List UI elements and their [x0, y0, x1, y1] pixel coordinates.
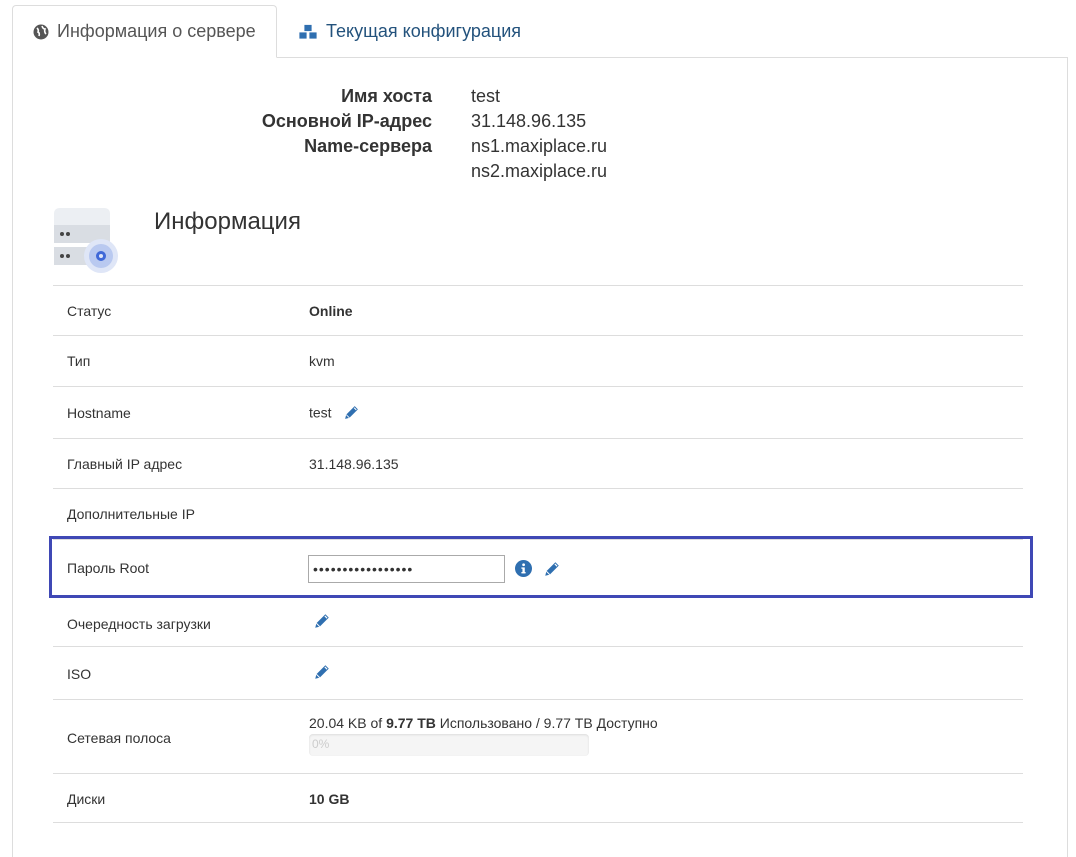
table-row-main-ip: Главный IP адрес 31.148.96.135 [53, 438, 1023, 488]
bandwidth-total: 9.77 TB [386, 715, 436, 731]
bandwidth-percent-label: 0% [312, 737, 330, 751]
table-row-extra-ip: Дополнительные IP [53, 488, 1023, 539]
disks-label: Диски [67, 791, 106, 807]
edit-password-pencil-icon[interactable] [543, 560, 561, 581]
tab-server-info[interactable]: Информация о сервере [12, 5, 277, 58]
status-label: Статус [67, 303, 112, 319]
edit-iso-pencil-icon[interactable] [313, 663, 331, 684]
summary-hostname-value: test [471, 86, 501, 106]
edit-boot-order-pencil-icon[interactable] [313, 612, 331, 633]
bandwidth-used: 20.04 KB [309, 715, 367, 731]
hostname-value-wrap: test [309, 404, 360, 424]
main-ip-label: Главный IP адрес [67, 456, 183, 472]
server-summary: Имя хоста test Основной IP-адрес 31.148.… [200, 84, 800, 184]
iso-label: ISO [67, 666, 92, 682]
summary-ip-label: Основной IP-адрес [261, 111, 432, 131]
table-row-type: Тип kvm [53, 335, 1023, 386]
hostname-label: Hostname [67, 405, 131, 421]
summary-ns2-value: ns2.maxiplace.ru [471, 161, 608, 181]
bandwidth-usage-text: 20.04 KB of 9.77 TB Использовано / 9.77 … [309, 715, 658, 731]
type-label: Тип [67, 353, 91, 369]
summary-ns1-value: ns1.maxiplace.ru [471, 136, 608, 156]
extra-ip-label: Дополнительные IP [67, 506, 195, 522]
globe-icon [33, 24, 49, 40]
root-password-label: Пароль Root [67, 560, 150, 576]
tab-bar: Информация о сервере Текущая конфигураци… [0, 0, 1076, 58]
hostname-value: test [309, 404, 332, 421]
server-gear-icon [52, 205, 122, 280]
bandwidth-rest: Использовано / 9.77 TB Доступно [435, 715, 658, 731]
bandwidth-label: Сетевая полоса [67, 730, 171, 746]
info-title: Информация [154, 208, 301, 235]
bandwidth-progress-bar: 0% [309, 734, 589, 756]
summary-hostname-label: Имя хоста [341, 86, 432, 106]
disks-value: 10 GB [309, 791, 350, 807]
table-row-boot-order: Очередность загрузки [53, 595, 1023, 646]
table-row-status: Статус Online [53, 285, 1023, 335]
table-row-root-password: Пароль Root [53, 539, 1023, 595]
info-circle-icon[interactable] [515, 560, 532, 580]
main-ip-value: 31.148.96.135 [309, 456, 399, 472]
summary-ip-value: 31.148.96.135 [471, 111, 587, 131]
boot-order-label: Очередность загрузки [67, 616, 211, 632]
root-password-input[interactable] [308, 555, 505, 583]
edit-hostname-pencil-icon[interactable] [343, 404, 360, 424]
type-value: kvm [309, 353, 335, 369]
info-table: Статус Online Тип kvm Hostname test Глав… [53, 285, 1023, 823]
bandwidth-of: of [366, 715, 387, 731]
table-row-hostname: Hostname test [53, 386, 1023, 438]
summary-ns-label: Name-сервера [304, 136, 432, 156]
table-row-bandwidth: Сетевая полоса 20.04 KB of 9.77 TB Испол… [53, 699, 1023, 773]
table-row-disks: Диски 10 GB [53, 773, 1023, 823]
tab-current-config-label: Текущая конфигурация [326, 21, 522, 41]
table-row-iso: ISO [53, 646, 1023, 699]
status-value: Online [309, 303, 353, 319]
tab-current-config[interactable]: Текущая конфигурация [278, 5, 521, 58]
tab-server-info-label: Информация о сервере [57, 21, 256, 41]
cubes-icon [298, 23, 318, 40]
